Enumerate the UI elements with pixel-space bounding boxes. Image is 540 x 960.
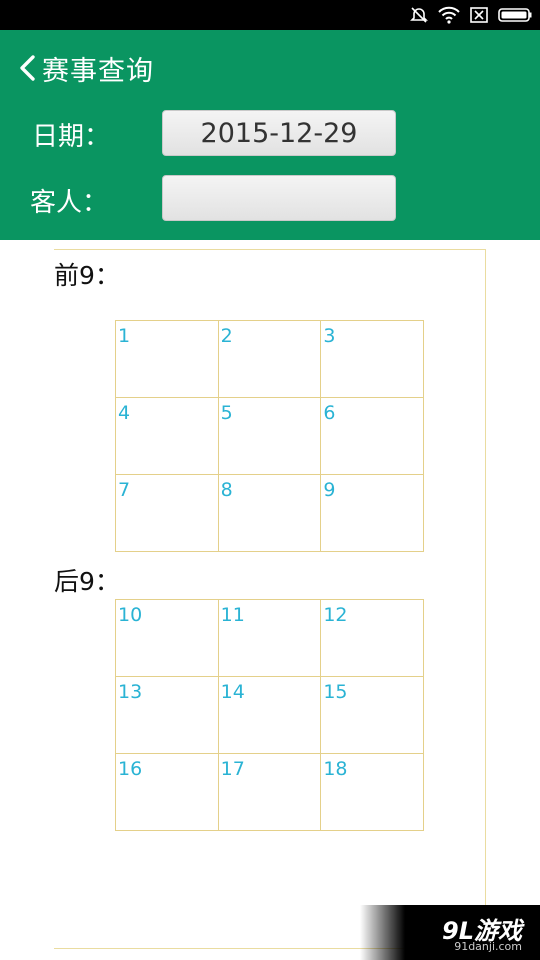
no-sim-icon <box>470 7 488 23</box>
hole-cell[interactable]: 16 <box>115 753 219 831</box>
date-label: 日期： <box>32 122 111 152</box>
hole-cell[interactable]: 14 <box>217 676 322 754</box>
hole-number: 2 <box>220 325 233 347</box>
hole-cell[interactable]: 5 <box>217 397 322 475</box>
status-bar <box>0 0 540 30</box>
hole-cell[interactable]: 2 <box>217 320 322 398</box>
hole-cell[interactable]: 3 <box>320 320 424 398</box>
hole-number: 17 <box>220 758 245 780</box>
hole-number: 3 <box>323 325 336 347</box>
front-nine-label: 前9： <box>54 261 120 290</box>
back-nine-label: 后9： <box>54 567 120 596</box>
hole-cell[interactable]: 13 <box>115 676 219 754</box>
wifi-icon <box>438 6 460 24</box>
hole-number: 8 <box>220 479 233 501</box>
hole-cell[interactable]: 4 <box>115 397 219 475</box>
hole-cell[interactable]: 15 <box>320 676 424 754</box>
page-title: 赛事查询 <box>42 55 154 87</box>
hole-number: 9 <box>323 479 336 501</box>
hole-number: 7 <box>118 479 131 501</box>
hole-number: 5 <box>220 402 233 424</box>
hole-cell[interactable]: 8 <box>217 474 322 552</box>
hole-number: 15 <box>323 681 348 703</box>
front-nine-grid: 1 2 3 4 5 6 7 8 9 <box>115 320 424 552</box>
guest-label: 客人： <box>30 188 109 218</box>
watermark-url: 91danji.com <box>454 940 522 953</box>
back-nine-grid: 10 11 12 13 14 15 16 17 18 <box>115 599 424 831</box>
hole-number: 1 <box>118 325 131 347</box>
back-button[interactable]: 赛事查询 <box>18 50 154 87</box>
hole-number: 16 <box>118 758 143 780</box>
hole-number: 13 <box>118 681 143 703</box>
hole-number: 12 <box>323 604 348 626</box>
hole-cell[interactable]: 18 <box>320 753 424 831</box>
hole-number: 11 <box>220 604 245 626</box>
hole-number: 4 <box>118 402 131 424</box>
hole-number: 18 <box>323 758 348 780</box>
chevron-left-icon <box>20 55 35 81</box>
status-icons <box>410 5 532 25</box>
guest-field[interactable] <box>162 175 396 221</box>
hole-cell[interactable]: 7 <box>115 474 219 552</box>
hole-cell[interactable]: 1 <box>115 320 219 398</box>
battery-icon <box>498 8 532 22</box>
hole-cell[interactable]: 9 <box>320 474 424 552</box>
hole-cell[interactable]: 17 <box>217 753 322 831</box>
watermark: 9L游戏 91danji.com <box>360 905 540 960</box>
hole-number: 14 <box>220 681 245 703</box>
mute-vibrate-icon <box>410 7 428 23</box>
date-field[interactable]: 2015-12-29 <box>162 110 396 156</box>
hole-cell[interactable]: 10 <box>115 599 219 677</box>
hole-cell[interactable]: 6 <box>320 397 424 475</box>
hole-cell[interactable]: 12 <box>320 599 424 677</box>
hole-number: 6 <box>323 402 336 424</box>
hole-cell[interactable]: 11 <box>217 599 322 677</box>
hole-number: 10 <box>118 604 143 626</box>
